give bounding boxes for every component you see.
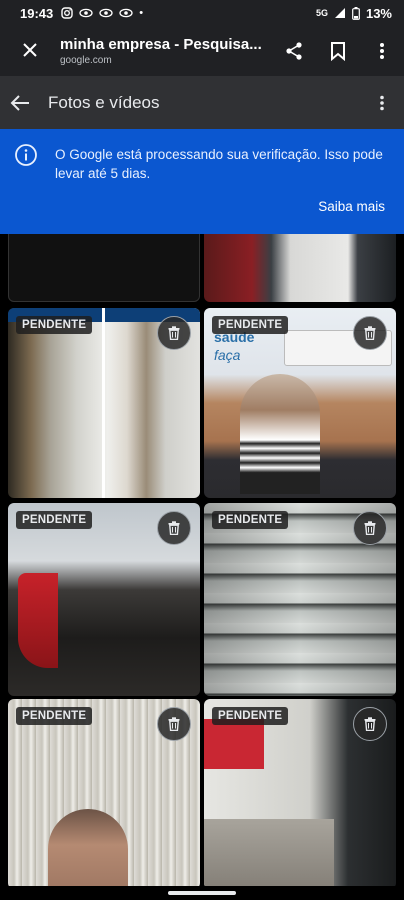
status-badge: PENDENTE: [212, 511, 289, 529]
browser-title-area[interactable]: minha empresa - Pesquisa... google.com: [60, 36, 272, 66]
battery-icon: [352, 6, 360, 20]
page-url: google.com: [60, 55, 112, 66]
banner-message: O Google está processando sua verificaçã…: [55, 147, 383, 181]
status-bar: 19:43 • 5G 13%: [0, 0, 404, 26]
learn-more-link[interactable]: Saiba mais: [318, 199, 385, 214]
trash-icon: [168, 521, 180, 535]
more-vert-icon: [380, 43, 384, 59]
photo-tile[interactable]: PENDENTE: [204, 699, 396, 886]
status-badge: PENDENTE: [212, 707, 289, 725]
eye-icon: [119, 8, 133, 18]
status-badge: PENDENTE: [16, 316, 93, 334]
trash-icon: [168, 717, 180, 731]
page-title: minha empresa - Pesquisa...: [60, 36, 262, 53]
gesture-nav-bar: [0, 886, 404, 900]
trash-icon: [168, 326, 180, 340]
notification-icons: •: [61, 7, 143, 19]
browser-toolbar: minha empresa - Pesquisa... google.com: [0, 26, 404, 76]
status-badge: PENDENTE: [212, 316, 289, 334]
photo-tile[interactable]: PENDENTE: [8, 308, 200, 498]
app-more-button[interactable]: [360, 95, 404, 111]
trash-icon: [364, 521, 376, 535]
more-options-button[interactable]: [360, 29, 404, 73]
dot-icon: •: [139, 6, 144, 19]
trash-icon: [364, 326, 376, 340]
delete-button[interactable]: [353, 511, 387, 545]
verification-banner: O Google está processando sua verificaçã…: [0, 129, 404, 234]
photo-tile[interactable]: PENDENTE: [8, 503, 200, 696]
share-icon: [286, 42, 302, 60]
app-bar-title: Fotos e vídeos: [48, 92, 160, 112]
more-vert-icon: [380, 95, 384, 110]
photo-tile[interactable]: PENDENTE: [204, 503, 396, 696]
app-bar: Fotos e vídeos: [0, 76, 404, 129]
delete-button[interactable]: [157, 707, 191, 741]
delete-button[interactable]: [157, 316, 191, 350]
browser-actions: [272, 29, 404, 73]
photo-grid: PENDENTE saúde faça PENDENTE PENDENTE PEN…: [0, 234, 404, 886]
trash-icon: [364, 717, 376, 731]
eye-icon: [79, 8, 93, 18]
delete-button[interactable]: [157, 511, 191, 545]
home-handle[interactable]: [168, 891, 236, 895]
info-icon: [14, 143, 38, 172]
photo-tile[interactable]: PENDENTE: [8, 699, 200, 886]
close-icon: [23, 43, 37, 57]
signal-icon: [334, 8, 345, 18]
eye-icon: [99, 8, 113, 18]
status-right: 5G 13%: [316, 6, 392, 21]
bookmark-button[interactable]: [316, 29, 360, 73]
back-button[interactable]: [0, 94, 46, 112]
photo-tile[interactable]: [204, 234, 396, 302]
photo-tile[interactable]: [8, 234, 200, 302]
arrow-back-icon: [10, 94, 29, 111]
status-badge: PENDENTE: [16, 511, 93, 529]
delete-button[interactable]: [353, 316, 387, 350]
close-button[interactable]: [0, 38, 60, 64]
instagram-icon: [61, 7, 73, 19]
network-label: 5G: [315, 8, 328, 18]
status-time: 19:43: [20, 5, 54, 21]
bookmark-icon: [331, 42, 345, 61]
photo-tile[interactable]: saúde faça PENDENTE: [204, 308, 396, 498]
delete-button[interactable]: [353, 707, 387, 741]
share-button[interactable]: [272, 29, 316, 73]
battery-level: 13%: [365, 5, 392, 21]
status-badge: PENDENTE: [16, 707, 93, 725]
